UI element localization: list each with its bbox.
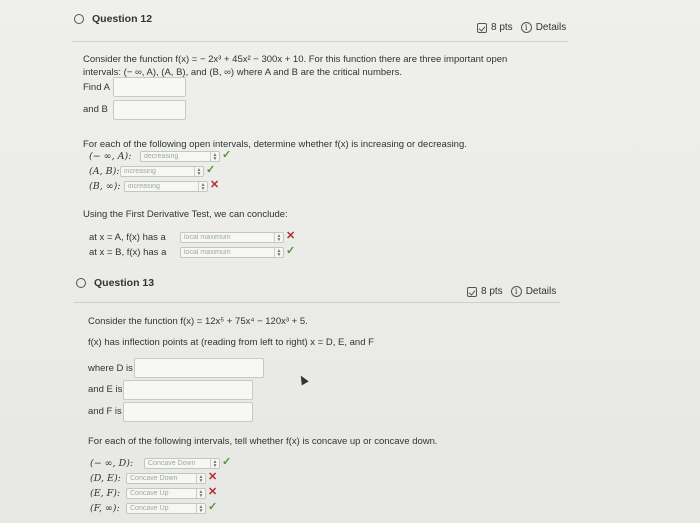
- and-b-label: and B: [83, 104, 108, 115]
- select-arrows-icon: ▲ ▼: [194, 167, 203, 176]
- cross-icon: ✕: [210, 179, 220, 191]
- select-value: Concave Down: [130, 475, 178, 482]
- checkbox-icon: [467, 286, 477, 297]
- question-12-details[interactable]: Details: [536, 22, 567, 33]
- divider: [72, 41, 568, 42]
- check-icon: ✓: [286, 245, 296, 257]
- radio-icon: [74, 14, 84, 24]
- question-12-title: Question 12: [92, 13, 153, 25]
- question-13-title: Question 13: [94, 277, 155, 289]
- answer-d-input[interactable]: [134, 358, 264, 378]
- interval-label: (− ∞, A):: [89, 151, 132, 162]
- quiz-page: Question 12 8 pts i Details Consider the…: [0, 0, 700, 523]
- conclusion-select[interactable]: local maximum ▲ ▼: [180, 232, 284, 243]
- question-13-points: 8 pts: [481, 286, 503, 297]
- interval-label: (E, F):: [90, 488, 121, 499]
- and-e-label: and E is: [88, 384, 123, 395]
- select-value: Concave Down: [148, 460, 196, 467]
- info-icon[interactable]: i: [510, 286, 522, 297]
- select-arrows-icon: ▲ ▼: [196, 489, 205, 498]
- select-value: decreasing: [144, 153, 179, 160]
- info-icon[interactable]: i: [520, 22, 532, 33]
- interval-select[interactable]: increasing ▲ ▼: [120, 166, 204, 177]
- select-value: Concave Up: [130, 505, 169, 512]
- question-13-meta: 8 pts i Details: [467, 286, 556, 297]
- select-value: local maximum: [184, 249, 231, 256]
- divider: [74, 302, 560, 303]
- conclusion-label: at x = A, f(x) has a: [89, 232, 166, 243]
- answer-a-input[interactable]: [113, 77, 186, 97]
- select-arrows-icon: ▲ ▼: [210, 152, 219, 161]
- cross-icon: ✕: [208, 486, 218, 498]
- select-value: local maximum: [184, 234, 231, 241]
- select-arrows-icon: ▲ ▼: [196, 474, 205, 483]
- checkbox-icon: [477, 22, 487, 33]
- find-a-label: Find A: [83, 82, 110, 93]
- check-icon: ✓: [208, 501, 218, 513]
- conclusion-label: at x = B, f(x) has a: [89, 247, 167, 258]
- inc-dec-prompt: For each of the following open intervals…: [83, 139, 467, 150]
- mouse-cursor-icon: [297, 373, 309, 386]
- question-12-meta: 8 pts i Details: [477, 22, 566, 33]
- select-value: increasing: [128, 183, 160, 190]
- where-d-label: where D is: [88, 363, 133, 374]
- interval-label: (F, ∞):: [90, 503, 120, 514]
- check-icon: ✓: [222, 456, 232, 468]
- q13-inflection: f(x) has inflection points at (reading f…: [88, 337, 374, 348]
- select-value: increasing: [124, 168, 156, 175]
- q12-intro-line-1: Consider the function f(x) = − 2x³ + 45x…: [83, 54, 508, 65]
- q13-intro: Consider the function f(x) = 12x⁵ + 75x⁴…: [88, 316, 308, 327]
- concavity-select[interactable]: Concave Up ▲ ▼: [126, 488, 206, 499]
- first-derivative-prompt: Using the First Derivative Test, we can …: [83, 209, 288, 220]
- concavity-select[interactable]: Concave Down ▲ ▼: [144, 458, 220, 469]
- question-13-header: Question 13: [76, 277, 154, 289]
- answer-e-input[interactable]: [123, 380, 253, 400]
- radio-icon: [76, 278, 86, 288]
- interval-label: (B, ∞):: [89, 181, 121, 192]
- conclusion-select[interactable]: local maximum ▲ ▼: [180, 247, 284, 258]
- concavity-select[interactable]: Concave Up ▲ ▼: [126, 503, 206, 514]
- check-icon: ✓: [222, 149, 232, 161]
- cross-icon: ✕: [286, 230, 296, 242]
- question-12-header: Question 12: [74, 13, 152, 25]
- cross-icon: ✕: [208, 471, 218, 483]
- select-arrows-icon: ▲ ▼: [196, 504, 205, 513]
- answer-b-input[interactable]: [113, 100, 186, 120]
- select-arrows-icon: ▲ ▼: [198, 182, 207, 191]
- interval-select[interactable]: decreasing ▲ ▼: [140, 151, 220, 162]
- question-12-points: 8 pts: [491, 22, 513, 33]
- interval-label: (D, E):: [90, 473, 121, 484]
- concavity-select[interactable]: Concave Down ▲ ▼: [126, 473, 206, 484]
- interval-label: (A, B):: [89, 166, 120, 177]
- concavity-prompt: For each of the following intervals, tel…: [88, 436, 438, 447]
- select-arrows-icon: ▲ ▼: [274, 248, 283, 257]
- select-value: Concave Up: [130, 490, 169, 497]
- interval-label: (− ∞, D):: [90, 458, 134, 469]
- check-icon: ✓: [206, 164, 216, 176]
- interval-select[interactable]: increasing ▲ ▼: [124, 181, 208, 192]
- select-arrows-icon: ▲ ▼: [274, 233, 283, 242]
- question-13-details[interactable]: Details: [526, 286, 557, 297]
- select-arrows-icon: ▲ ▼: [210, 459, 219, 468]
- answer-f-input[interactable]: [123, 402, 253, 422]
- and-f-label: and F is: [88, 406, 122, 417]
